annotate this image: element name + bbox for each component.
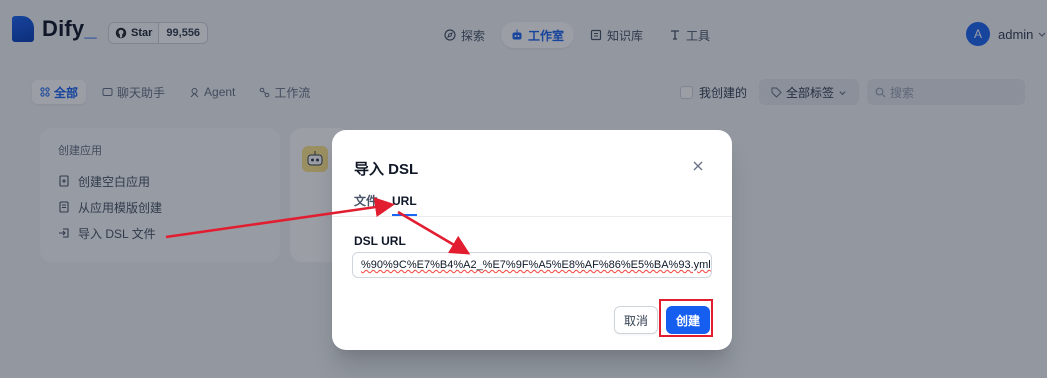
dsl-url-input[interactable]: %90%9C%E7%B4%A2_%E7%9F%A5%E8%AF%86%E5%BA…	[352, 252, 712, 278]
cancel-button[interactable]: 取消	[614, 306, 658, 334]
tabs-divider	[332, 216, 732, 217]
close-icon	[693, 161, 703, 171]
dsl-url-label: DSL URL	[354, 234, 406, 248]
tab-file[interactable]: 文件	[354, 194, 378, 216]
tab-url[interactable]: URL	[392, 194, 417, 216]
dialog-title: 导入 DSL	[354, 161, 419, 178]
close-button[interactable]	[688, 156, 708, 176]
create-button-highlight	[659, 299, 713, 337]
dsl-url-value: %90%9C%E7%B4%A2_%E7%9F%A5%E8%AF%86%E5%BA…	[361, 259, 711, 271]
dialog-tabs: 文件 URL	[354, 194, 431, 216]
